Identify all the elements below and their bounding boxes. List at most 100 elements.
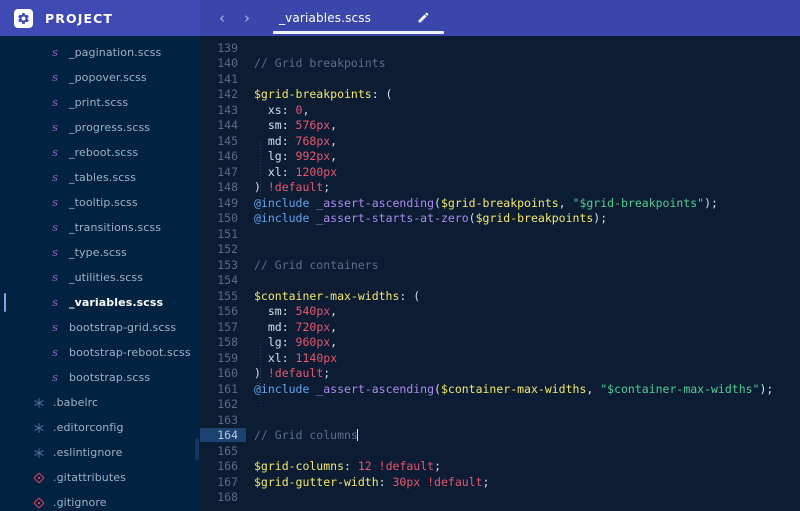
token-punct: : bbox=[344, 459, 358, 474]
file-name: .editorconfig bbox=[53, 421, 124, 434]
code-line[interactable]: 153 // Grid containers bbox=[200, 257, 800, 273]
token-punct bbox=[372, 459, 379, 473]
line-number: 140 bbox=[217, 56, 238, 71]
code-line[interactable]: 167 $grid-gutter-width: 30px !default; bbox=[200, 474, 800, 490]
file-item-eslintignore[interactable]: .eslintignore bbox=[0, 440, 200, 465]
token-punct: ); bbox=[759, 381, 774, 396]
code-line[interactable]: 158 lg: 960px, bbox=[200, 335, 800, 351]
code-line[interactable]: 144 sm: 576px, bbox=[200, 118, 800, 134]
code-text: lg: 960px, bbox=[246, 335, 800, 349]
code-text: ) !default; bbox=[246, 180, 800, 194]
token-punct: , bbox=[302, 102, 310, 117]
file-item-bootstrap-grid-scss[interactable]: Sbootstrap-grid.scss bbox=[0, 315, 200, 340]
file-item-progress-scss[interactable]: S _progress.scss bbox=[0, 115, 200, 140]
token-punct: ) bbox=[254, 366, 268, 381]
chevron-left-icon[interactable]: ‹ bbox=[214, 8, 230, 28]
token-key: lg: bbox=[254, 335, 296, 350]
token-key: lg: bbox=[254, 149, 296, 164]
file-item-bootstrap-scss[interactable]: Sbootstrap.scss bbox=[0, 365, 200, 390]
code-line[interactable]: 148 ) !default; bbox=[200, 180, 800, 196]
asterisk-icon bbox=[32, 396, 46, 410]
code-line[interactable]: 146 lg: 992px, bbox=[200, 149, 800, 165]
file-item-transitions-scss[interactable]: S _transitions.scss bbox=[0, 215, 200, 240]
file-name: _utilities.scss bbox=[69, 271, 144, 284]
file-item-gitignore[interactable]: .gitignore bbox=[0, 490, 200, 511]
file-item-print-scss[interactable]: S _print.scss bbox=[0, 90, 200, 115]
file-item-tables-scss[interactable]: S _tables.scss bbox=[0, 165, 200, 190]
line-number: 165 bbox=[217, 443, 238, 458]
file-item-reboot-scss[interactable]: S _reboot.scss bbox=[0, 140, 200, 165]
token-var: $container-max-widths bbox=[440, 381, 587, 396]
file-item-bootstrap-reboot-scss[interactable]: Sbootstrap-reboot.scss bbox=[0, 340, 200, 365]
code-line[interactable]: 159 xl: 1140px bbox=[200, 350, 800, 366]
file-item-variables-scss[interactable]: S _variables.scss bbox=[0, 290, 200, 315]
token-punct: ( bbox=[434, 381, 441, 396]
code-line[interactable]: 166 $grid-columns: 12 !default; bbox=[200, 459, 800, 475]
code-line[interactable]: 155 $container-max-widths: ( bbox=[200, 288, 800, 304]
svg-text:S: S bbox=[52, 374, 58, 384]
token-punct: , bbox=[330, 149, 338, 164]
file-item-utilities-scss[interactable]: S _utilities.scss bbox=[0, 265, 200, 290]
code-line[interactable]: 143 xs: 0, bbox=[200, 102, 800, 118]
file-item-type-scss[interactable]: S _type.scss bbox=[0, 240, 200, 265]
line-number: 158 bbox=[217, 335, 238, 350]
code-line[interactable]: 163 bbox=[200, 412, 800, 428]
file-item-popover-scss[interactable]: S _popover.scss bbox=[0, 65, 200, 90]
navigation-buttons: ‹ › bbox=[214, 8, 255, 28]
file-item-tooltip-scss[interactable]: S _tooltip.scss bbox=[0, 190, 200, 215]
code-line[interactable]: 142 $grid-breakpoints: ( bbox=[200, 87, 800, 103]
code-line[interactable]: 139 bbox=[200, 40, 800, 56]
token-num: 540px bbox=[295, 304, 331, 319]
code-line[interactable]: 150 @include _assert-starts-at-zero($grid… bbox=[200, 211, 800, 227]
file-item-babelrc[interactable]: .babelrc bbox=[0, 390, 200, 415]
sass-icon: S bbox=[48, 321, 62, 335]
code-line[interactable]: 168 bbox=[200, 490, 800, 506]
token-punct: ); bbox=[593, 211, 608, 226]
file-item-editorconfig[interactable]: .editorconfig bbox=[0, 415, 200, 440]
code-line[interactable]: 140 // Grid breakpoints bbox=[200, 56, 800, 72]
tab-variables-scss[interactable]: _variables.scss bbox=[273, 0, 445, 36]
file-item-gitattributes[interactable]: .gitattributes bbox=[0, 465, 200, 490]
token-num: 960px bbox=[295, 335, 331, 350]
code-text: md: 768px, bbox=[246, 134, 800, 148]
code-line[interactable]: 151 bbox=[200, 226, 800, 242]
pencil-icon[interactable] bbox=[417, 9, 430, 28]
file-name: _progress.scss bbox=[69, 121, 151, 134]
file-list: S _pagination.scss S _popover.scss S _print.s… bbox=[0, 40, 200, 511]
svg-text:S: S bbox=[52, 74, 58, 84]
token-punct: , bbox=[330, 118, 338, 133]
tab-label: _variables.scss bbox=[279, 11, 372, 25]
sidebar-scrollbar[interactable] bbox=[195, 438, 199, 460]
file-explorer-sidebar[interactable]: S _pagination.scss S _popover.scss S _print.s… bbox=[0, 36, 200, 511]
code-line[interactable]: 160) !default; bbox=[200, 366, 800, 382]
code-text: xl: 1140px bbox=[246, 351, 800, 365]
code-line[interactable]: 164 // Grid columns bbox=[200, 428, 800, 444]
token-punct: ( bbox=[468, 211, 476, 226]
code-line[interactable]: 162 bbox=[200, 397, 800, 413]
line-number: 151 bbox=[217, 226, 238, 241]
code-text: @include _assert-starts-at-zero($grid-br… bbox=[246, 211, 800, 225]
code-editor[interactable]: 139 140 // Grid breakpoints 141 142 $grid-bre… bbox=[200, 36, 800, 511]
code-line[interactable]: 145 md: 768px, bbox=[200, 133, 800, 149]
token-mixin: _assert-ascending bbox=[316, 381, 435, 396]
token-punct: : ( bbox=[399, 288, 421, 303]
project-brand: PROJECT bbox=[0, 0, 200, 36]
token-at: @include bbox=[254, 211, 310, 226]
code-line[interactable]: 149 @include _assert-ascending($grid-brea… bbox=[200, 195, 800, 211]
code-line[interactable]: 154 bbox=[200, 273, 800, 289]
line-number: 146 bbox=[217, 149, 238, 164]
code-line[interactable]: 156 sm: 540px, bbox=[200, 304, 800, 320]
token-punct: ; bbox=[434, 459, 441, 474]
code-line[interactable]: 147 xl: 1200px bbox=[200, 164, 800, 180]
line-number: 148 bbox=[217, 180, 238, 195]
token-key: sm: bbox=[254, 118, 296, 133]
code-line[interactable]: 152 bbox=[200, 242, 800, 258]
code-line[interactable]: 161 @include _assert-ascending($container… bbox=[200, 381, 800, 397]
code-line[interactable]: 165 bbox=[200, 443, 800, 459]
file-name: _reboot.scss bbox=[69, 146, 139, 159]
code-text: $grid-gutter-width: 30px !default; bbox=[246, 475, 800, 489]
file-item-pagination-scss[interactable]: S _pagination.scss bbox=[0, 40, 200, 65]
code-line[interactable]: 141 bbox=[200, 71, 800, 87]
chevron-right-icon[interactable]: › bbox=[239, 8, 255, 28]
code-line[interactable]: 157 md: 720px, bbox=[200, 319, 800, 335]
